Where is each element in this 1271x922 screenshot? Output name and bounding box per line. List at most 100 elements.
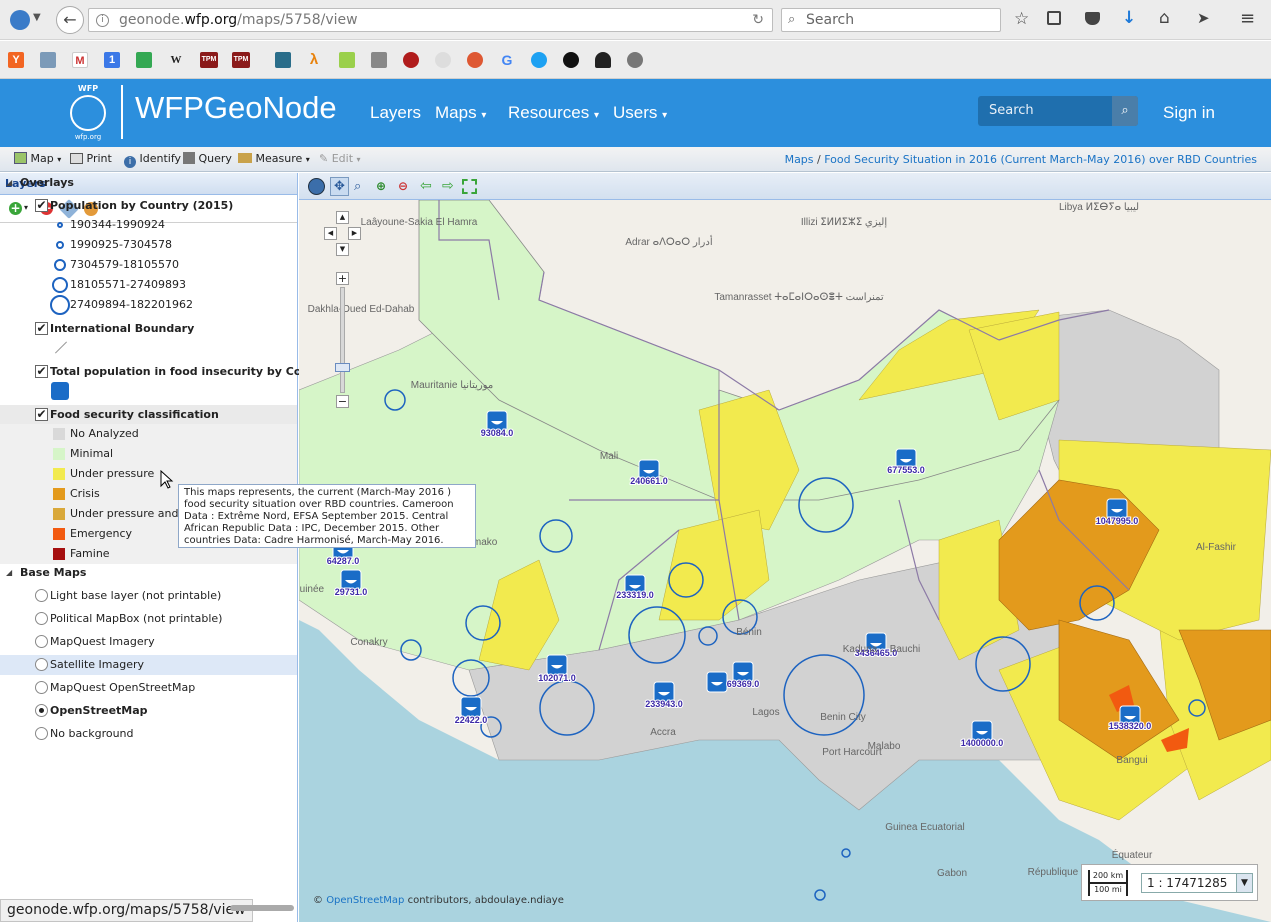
bookmark-dots-icon[interactable] — [339, 52, 355, 68]
base-map-option[interactable]: OpenStreetMap — [0, 701, 297, 721]
pocket-icon[interactable] — [1085, 12, 1100, 25]
map-menu-button[interactable]: Map ▾ — [14, 152, 61, 165]
layer-checkbox[interactable]: ✔ — [35, 408, 48, 421]
info-icon[interactable]: i — [96, 14, 109, 27]
scale-select[interactable]: 1 : 17471285 ▼ — [1141, 873, 1253, 893]
pan-up-button[interactable]: ▲ — [336, 211, 349, 224]
base-maps-group[interactable]: ◢ Base Maps — [0, 563, 297, 583]
reading-list-icon[interactable] — [1047, 11, 1061, 25]
bookmark-gmail-icon[interactable]: M — [72, 52, 88, 68]
bookmark-github-icon[interactable] — [563, 52, 579, 68]
status-bar-url: geonode.wfp.org/maps/5758/view — [0, 899, 253, 922]
base-map-radio[interactable] — [35, 635, 48, 648]
zoom-box-icon[interactable]: ⌕ — [354, 179, 361, 194]
chevron-down-icon[interactable]: ▼ — [1236, 874, 1252, 892]
bookmark-lambda-icon[interactable]: λ — [306, 52, 322, 68]
reload-icon[interactable]: ↻ — [752, 9, 764, 31]
globe-icon[interactable] — [308, 178, 325, 195]
download-icon[interactable]: ↓ — [1122, 8, 1136, 28]
nav-resources[interactable]: Resources ▾ — [508, 103, 599, 123]
place-label: Bangui — [1116, 755, 1147, 766]
layer-boundary[interactable]: ✔ International Boundary — [0, 319, 297, 339]
base-map-radio[interactable] — [35, 658, 48, 671]
base-map-radio[interactable] — [35, 727, 48, 740]
base-map-option[interactable]: Political MapBox (not printable) — [0, 609, 297, 629]
site-search-input[interactable]: Search ⌕ — [978, 96, 1138, 126]
zoom-slider-track[interactable] — [340, 287, 345, 393]
wfp-logo[interactable]: WFP wfp.org — [62, 84, 114, 142]
breadcrumb-maps-link[interactable]: Maps — [785, 153, 814, 166]
layer-checkbox[interactable]: ✔ — [35, 322, 48, 335]
base-map-option[interactable]: No background — [0, 724, 297, 744]
edit-button[interactable]: ✎ Edit ▾ — [319, 152, 361, 165]
caret-down-icon[interactable]: ◢ — [6, 563, 12, 583]
previous-extent-icon[interactable]: ⇦ — [420, 178, 432, 194]
url-bar[interactable]: i geonode.wfp.org/maps/5758/view ↻ — [88, 8, 773, 32]
pan-right-button[interactable]: ▶ — [348, 227, 361, 240]
layer-checkbox[interactable]: ✔ — [35, 199, 48, 212]
zoom-in-button[interactable]: + — [336, 272, 349, 285]
bookmark-calendar-icon[interactable]: 1 — [104, 52, 120, 68]
base-map-option[interactable]: MapQuest OpenStreetMap — [0, 678, 297, 698]
base-map-radio[interactable] — [35, 589, 48, 602]
search-icon[interactable]: ⌕ — [1112, 96, 1138, 126]
home-icon[interactable]: ⌂ — [1159, 8, 1170, 28]
zoom-out-icon[interactable]: ⊖ — [398, 179, 408, 193]
ruler-icon — [238, 153, 252, 163]
bookmark-google-icon[interactable]: G — [499, 52, 515, 68]
nav-users[interactable]: Users ▾ — [613, 103, 667, 123]
base-map-option[interactable]: Satellite Imagery — [0, 655, 297, 675]
back-button[interactable]: ← — [56, 6, 84, 34]
osm-link[interactable]: OpenStreetMap — [326, 895, 404, 906]
pan-left-button[interactable]: ◀ — [324, 227, 337, 240]
nav-layers[interactable]: Layers — [370, 103, 421, 123]
base-map-radio[interactable] — [35, 681, 48, 694]
bookmark-grid-icon[interactable] — [40, 52, 56, 68]
overlays-group[interactable]: ◢ Overlays — [0, 173, 297, 193]
bookmark-redcircle-icon[interactable] — [403, 52, 419, 68]
query-button[interactable]: Query — [183, 152, 232, 165]
measure-button[interactable]: Measure ▾ — [238, 152, 310, 165]
browser-search-input[interactable]: ⌕ Search — [781, 8, 1001, 32]
next-extent-icon[interactable]: ⇨ — [442, 178, 454, 194]
layer-food-insecurity[interactable]: ✔ Total population in food insecurity by … — [0, 362, 335, 382]
zoom-slider-handle[interactable] — [335, 363, 350, 372]
base-map-radio[interactable] — [35, 704, 48, 717]
bookmark-y-icon[interactable]: Y — [8, 52, 24, 68]
bookmark-duckduckgo-icon[interactable] — [467, 52, 483, 68]
caret-down-icon[interactable]: ◢ — [6, 173, 12, 193]
zoom-out-button[interactable]: − — [336, 395, 349, 408]
bookmark-star-icon[interactable]: ☆ — [1014, 9, 1029, 29]
zoom-extent-icon[interactable] — [462, 179, 477, 194]
pan-icon[interactable]: ✥ — [330, 177, 349, 196]
bookmark-octocat-icon[interactable] — [435, 52, 451, 68]
site-title[interactable]: WFPGeoNode — [135, 90, 337, 126]
bookmark-tpm-icon[interactable]: TPM — [200, 52, 218, 68]
bookmark-tpm2-icon[interactable]: TPM — [232, 52, 250, 68]
identify-button[interactable]: i Identify — [124, 152, 181, 168]
bookmark-owl-icon[interactable] — [275, 52, 291, 68]
print-button[interactable]: Print — [70, 152, 112, 165]
bookmark-helmet-icon[interactable] — [595, 52, 611, 68]
menu-icon[interactable]: ≡ — [1240, 8, 1255, 29]
send-icon[interactable]: ➤ — [1197, 9, 1210, 27]
bookmark-maps-icon[interactable] — [136, 52, 152, 68]
bookmark-mark-icon[interactable] — [371, 52, 387, 68]
bookmark-wikipedia-icon[interactable]: W — [168, 52, 184, 68]
pan-down-button[interactable]: ▼ — [336, 243, 349, 256]
nav-maps[interactable]: Maps ▾ — [435, 103, 486, 123]
firefox-icon[interactable] — [10, 10, 30, 30]
base-map-option[interactable]: MapQuest Imagery — [0, 632, 297, 652]
base-map-option[interactable]: Light base layer (not printable) — [0, 586, 297, 606]
layer-checkbox[interactable]: ✔ — [35, 365, 48, 378]
panel-scrollbar[interactable] — [230, 905, 294, 911]
bookmark-globe-icon[interactable] — [627, 52, 643, 68]
map-canvas[interactable]: 93084.0 240661.0 677553.0 1047995.0 64287.0 2… — [299, 200, 1271, 922]
zoom-in-icon[interactable]: ⊕ — [376, 179, 386, 193]
base-map-radio[interactable] — [35, 612, 48, 625]
layer-population[interactable]: ✔ Population by Country (2015) — [0, 196, 297, 216]
chevron-down-icon[interactable]: ▼ — [33, 12, 41, 23]
bookmark-twitter-icon[interactable] — [531, 52, 547, 68]
sign-in-link[interactable]: Sign in — [1163, 103, 1215, 123]
layer-classification[interactable]: ✔ Food security classification — [0, 405, 297, 425]
